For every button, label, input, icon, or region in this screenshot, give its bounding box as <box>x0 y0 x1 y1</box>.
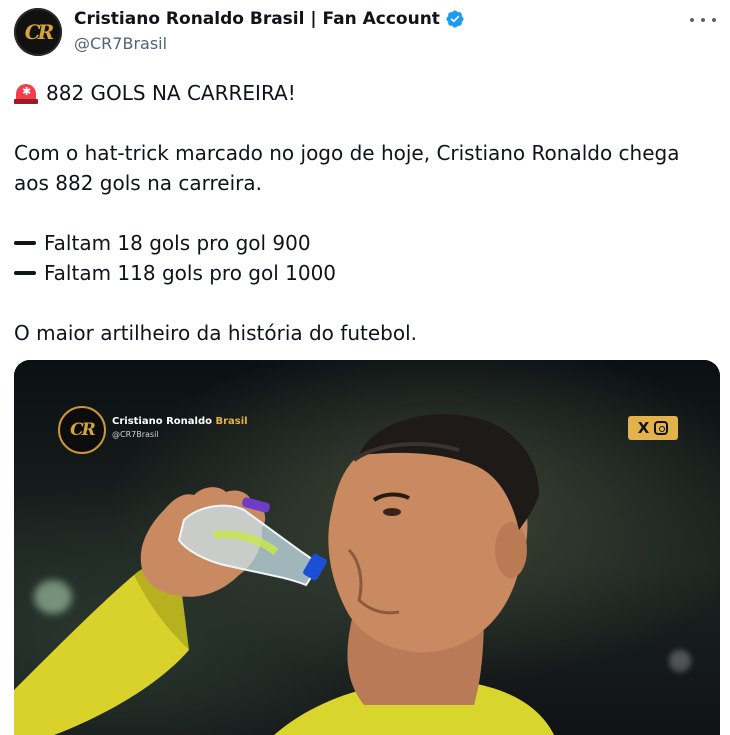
bullet-2-text: Faltam 118 gols pro gol 1000 <box>44 261 337 285</box>
headline-text: 882 GOLS NA CARREIRA! <box>46 81 296 105</box>
author-name-row: Cristiano Ronaldo Brasil | Fan Account <box>74 8 465 30</box>
more-options-icon[interactable] <box>690 10 716 30</box>
heavy-minus-icon <box>14 240 36 245</box>
bullet-2: Faltam 118 gols pro gol 1000 <box>14 258 714 288</box>
brand-handle: @CR7Brasil <box>112 430 159 439</box>
brand-name: Cristiano Ronaldo <box>112 416 212 427</box>
social-icons-box: X <box>628 416 678 440</box>
brand-title: Cristiano Ronaldo Brasil <box>112 416 248 427</box>
tweet-media-image[interactable]: CR Cristiano Ronaldo Brasil @CR7Brasil X <box>14 360 720 735</box>
instagram-icon <box>654 421 669 435</box>
verified-badge-icon <box>446 10 464 28</box>
tweet-headline: ✱ 882 GOLS NA CARREIRA! <box>14 78 714 108</box>
tweet-paragraph-1: Com o hat-trick marcado no jogo de hoje,… <box>14 141 686 195</box>
bullet-1-text: Faltam 18 gols pro gol 900 <box>44 231 311 255</box>
brand-logo-monogram: CR <box>70 420 96 440</box>
tweet-paragraph-2: O maior artilheiro da história do futebo… <box>14 321 417 345</box>
heavy-minus-icon <box>14 270 36 275</box>
x-logo-icon: X <box>637 419 650 437</box>
brand-name-accent: Brasil <box>215 416 248 427</box>
avatar[interactable]: CR <box>14 8 62 56</box>
bullet-1: Faltam 18 gols pro gol 900 <box>14 228 714 258</box>
police-siren-icon: ✱ <box>14 82 39 104</box>
tweet-body: ✱ 882 GOLS NA CARREIRA! Com o hat-trick … <box>14 78 714 348</box>
author-handle[interactable]: @CR7Brasil <box>74 34 167 53</box>
display-name[interactable]: Cristiano Ronaldo Brasil | Fan Account <box>74 9 440 29</box>
avatar-monogram: CR <box>24 20 54 44</box>
brand-logo: CR <box>58 406 106 454</box>
